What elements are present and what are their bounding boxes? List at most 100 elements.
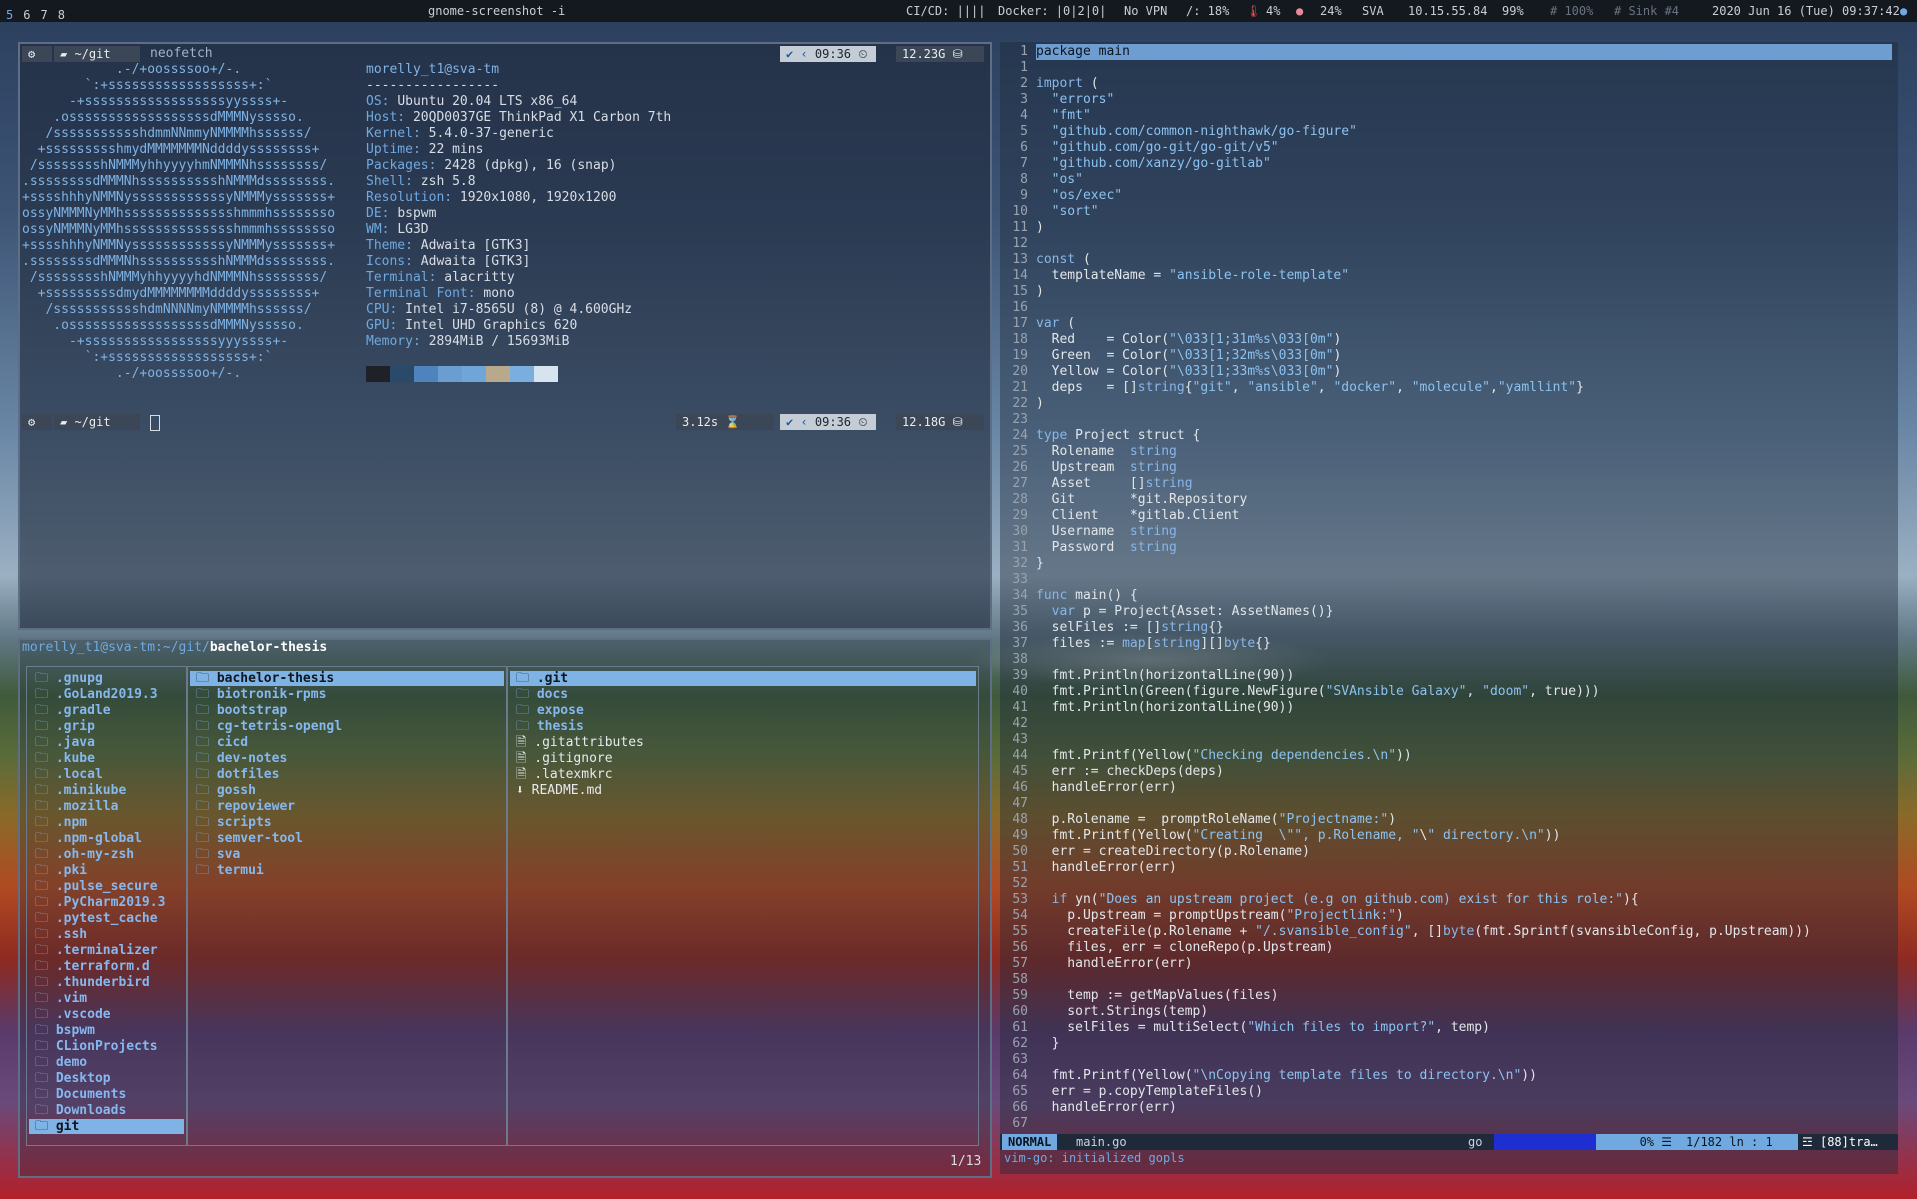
preview-column[interactable]: 🗀 .git 🗀 docs 🗀 expose 🗀 thesis 🗎 .gitattrib…: [507, 666, 979, 1146]
file-entry[interactable]: 🗀 bspwm: [29, 1023, 184, 1038]
file-entry[interactable]: 🗀 .java: [29, 735, 184, 750]
code-line[interactable]: 20 Yellow = Color("\033[1;33m%s\033[0m"): [1000, 364, 1898, 380]
tray-icon[interactable]: ●: [1900, 4, 1907, 18]
code-line[interactable]: 63: [1000, 1052, 1898, 1068]
file-entry[interactable]: 🗀 .terraform.d: [29, 959, 184, 974]
code-line[interactable]: 52: [1000, 876, 1898, 892]
file-entry[interactable]: 🗀 Desktop: [29, 1071, 184, 1086]
file-entry[interactable]: 🗀 sva: [190, 847, 504, 862]
workspace-list[interactable]: 5678: [6, 4, 75, 22]
file-entry[interactable]: 🗀 bootstrap: [190, 703, 504, 718]
code-line[interactable]: 3 "errors": [1000, 92, 1898, 108]
file-entry[interactable]: 🗀 repoviewer: [190, 799, 504, 814]
file-entry[interactable]: 🗀 CLionProjects: [29, 1039, 184, 1054]
code-line[interactable]: 14 templateName = "ansible-role-template…: [1000, 268, 1898, 284]
code-line[interactable]: 42: [1000, 716, 1898, 732]
code-line[interactable]: 62 }: [1000, 1036, 1898, 1052]
file-entry[interactable]: 🗀 .vscode: [29, 1007, 184, 1022]
file-entry[interactable]: 🗀 .pulse_secure: [29, 879, 184, 894]
code-line[interactable]: 9 "os/exec": [1000, 188, 1898, 204]
file-entry[interactable]: 🗀 .pytest_cache: [29, 911, 184, 926]
code-line[interactable]: 65 err = p.copyTemplateFiles(): [1000, 1084, 1898, 1100]
code-line[interactable]: 40 fmt.Println(Green(figure.NewFigure("S…: [1000, 684, 1898, 700]
code-line[interactable]: 4 "fmt": [1000, 108, 1898, 124]
code-line[interactable]: 25 Rolename string: [1000, 444, 1898, 460]
code-line[interactable]: 57 handleError(err): [1000, 956, 1898, 972]
file-entry[interactable]: 🗀 .minikube: [29, 783, 184, 798]
code-line[interactable]: 8 "os": [1000, 172, 1898, 188]
file-entry[interactable]: 🗀 .git: [510, 671, 976, 686]
file-entry[interactable]: 🗀 cicd: [190, 735, 504, 750]
code-line[interactable]: 55 createFile(p.Rolename + "/.svansible_…: [1000, 924, 1898, 940]
code-line[interactable]: 12: [1000, 236, 1898, 252]
code-line[interactable]: 32}: [1000, 556, 1898, 572]
file-entry[interactable]: 🗎 .gitattributes: [510, 735, 976, 750]
code-line[interactable]: 56 files, err = cloneRepo(p.Upstream): [1000, 940, 1898, 956]
code-line[interactable]: 2 import (: [1000, 76, 1898, 92]
code-line[interactable]: 59 temp := getMapValues(files): [1000, 988, 1898, 1004]
code-line[interactable]: 34 func main() {: [1000, 588, 1898, 604]
workspace-5[interactable]: 5: [6, 8, 13, 22]
code-line[interactable]: 47: [1000, 796, 1898, 812]
code-line[interactable]: 61 selFiles = multiSelect("Which files t…: [1000, 1020, 1898, 1036]
file-entry[interactable]: 🗀 termui: [190, 863, 504, 878]
file-entry[interactable]: 🗎 .latexmkrc: [510, 767, 976, 782]
file-entry[interactable]: 🗀 .ssh: [29, 927, 184, 942]
file-entry[interactable]: 🗀 .terminalizer: [29, 943, 184, 958]
code-line[interactable]: 5 "github.com/common-nighthawk/go-figure…: [1000, 124, 1898, 140]
file-entry[interactable]: 🗀 .npm: [29, 815, 184, 830]
file-entry[interactable]: 🗀 biotronik-rpms: [190, 687, 504, 702]
file-entry[interactable]: 🗀 .kube: [29, 751, 184, 766]
code-line[interactable]: 11): [1000, 220, 1898, 236]
file-entry[interactable]: 🗀 .npm-global: [29, 831, 184, 846]
file-entry[interactable]: 🗀 semver-tool: [190, 831, 504, 846]
code-line[interactable]: 26 Upstream string: [1000, 460, 1898, 476]
code-line[interactable]: 51 handleError(err): [1000, 860, 1898, 876]
code-line[interactable]: 6 "github.com/go-git/go-git/v5": [1000, 140, 1898, 156]
file-entry[interactable]: 🗀 dev-notes: [190, 751, 504, 766]
code-line[interactable]: 1 package main: [1000, 44, 1898, 60]
code-line[interactable]: 31 Password string: [1000, 540, 1898, 556]
file-entry[interactable]: 🗀 dotfiles: [190, 767, 504, 782]
code-line[interactable]: 19 Green = Color("\033[1;32m%s\033[0m"): [1000, 348, 1898, 364]
code-line[interactable]: 36 selFiles := []string{}: [1000, 620, 1898, 636]
file-entry[interactable]: 🗎 .gitignore: [510, 751, 976, 766]
code-line[interactable]: 7 "github.com/xanzy/go-gitlab": [1000, 156, 1898, 172]
parent-column[interactable]: 🗀 .gnupg 🗀 .GoLand2019.3 🗀 .gradle 🗀 .grip 🗀…: [26, 666, 187, 1146]
file-entry[interactable]: 🗀 .PyCharm2019.3: [29, 895, 184, 910]
code-line[interactable]: 27 Asset []string: [1000, 476, 1898, 492]
file-entry[interactable]: 🗀 .pki: [29, 863, 184, 878]
code-line[interactable]: 38: [1000, 652, 1898, 668]
file-entry[interactable]: 🗀 .GoLand2019.3: [29, 687, 184, 702]
code-line[interactable]: 53 if yn("Does an upstream project (e.g …: [1000, 892, 1898, 908]
code-line[interactable]: 58: [1000, 972, 1898, 988]
code-line[interactable]: 50 err = createDirectory(p.Rolename): [1000, 844, 1898, 860]
file-entry[interactable]: 🗀 Documents: [29, 1087, 184, 1102]
file-entry[interactable]: 🗀 expose: [510, 703, 976, 718]
file-entry[interactable]: 🗀 .oh-my-zsh: [29, 847, 184, 862]
code-line[interactable]: 35 var p = Project{Asset: AssetNames()}: [1000, 604, 1898, 620]
code-line[interactable]: 54 p.Upstream = promptUpstream("Projectl…: [1000, 908, 1898, 924]
code-line[interactable]: 49 fmt.Printf(Yellow("Creating \"", p.Ro…: [1000, 828, 1898, 844]
file-entry[interactable]: 🗀 .gradle: [29, 703, 184, 718]
file-entry[interactable]: 🗀 demo: [29, 1055, 184, 1070]
code-line[interactable]: 41 fmt.Println(horizontalLine(90)): [1000, 700, 1898, 716]
code-line[interactable]: 24 type Project struct {: [1000, 428, 1898, 444]
file-entry[interactable]: 🗀 git: [29, 1119, 184, 1134]
workspace-7[interactable]: 7: [40, 8, 47, 22]
code-line[interactable]: 39 fmt.Println(horizontalLine(90)): [1000, 668, 1898, 684]
code-line[interactable]: 45 err := checkDeps(deps): [1000, 764, 1898, 780]
file-entry[interactable]: 🗀 Downloads: [29, 1103, 184, 1118]
ranger-terminal[interactable]: morelly_t1@sva-tm:~/git/bachelor-thesis …: [18, 638, 992, 1178]
code-line[interactable]: 13 const (: [1000, 252, 1898, 268]
file-entry[interactable]: 🗀 thesis: [510, 719, 976, 734]
file-entry[interactable]: 🗀 .thunderbird: [29, 975, 184, 990]
code-line[interactable]: 60 sort.Strings(temp): [1000, 1004, 1898, 1020]
file-entry[interactable]: 🗀 cg-tetris-opengl: [190, 719, 504, 734]
code-line[interactable]: 37 files := map[string][]byte{}: [1000, 636, 1898, 652]
file-entry[interactable]: 🗀 gossh: [190, 783, 504, 798]
code-line[interactable]: 30 Username string: [1000, 524, 1898, 540]
file-entry[interactable]: 🗀 .vim: [29, 991, 184, 1006]
code-line[interactable]: 10 "sort": [1000, 204, 1898, 220]
code-line[interactable]: 44 fmt.Printf(Yellow("Checking dependenc…: [1000, 748, 1898, 764]
